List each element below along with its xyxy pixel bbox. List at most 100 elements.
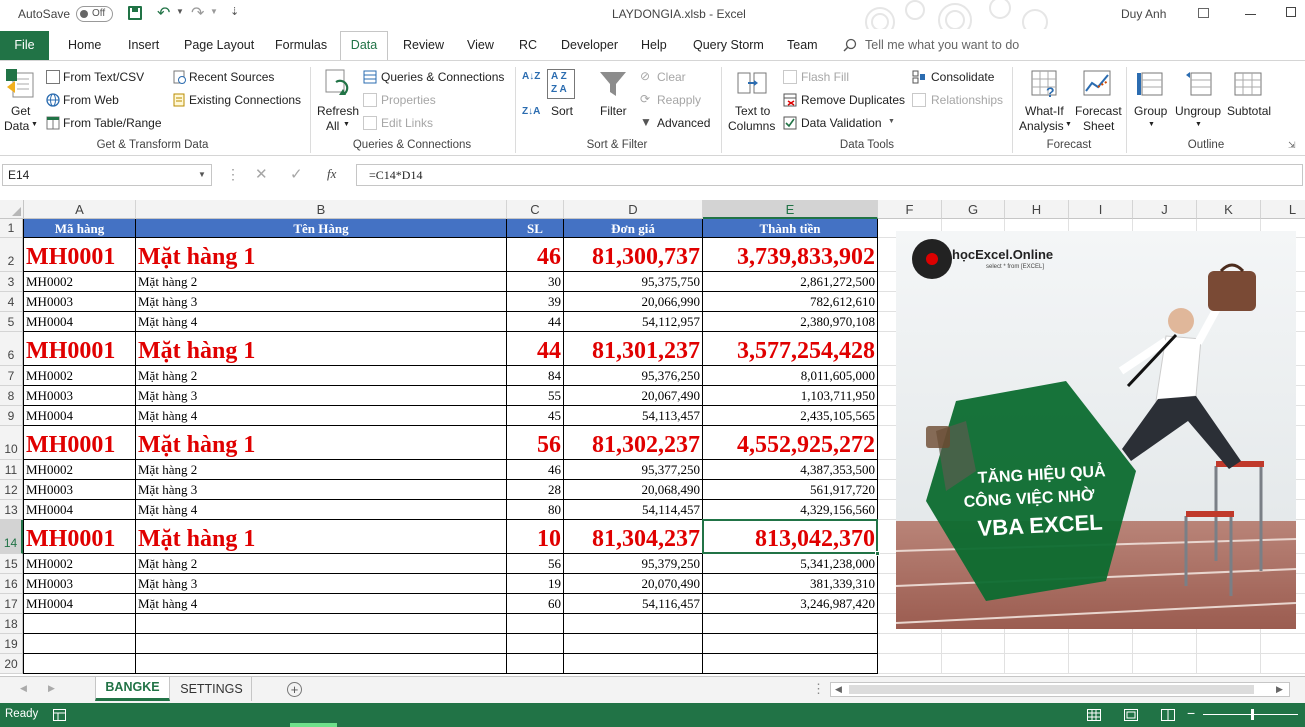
what-if-dropdown-icon[interactable]: ▼ — [1065, 121, 1072, 128]
sort-az-icon[interactable]: A↓Z — [522, 71, 540, 82]
table-cell[interactable]: Mặt hàng 1 — [136, 520, 507, 554]
table-cell[interactable]: 10 — [507, 520, 564, 554]
table-cell[interactable]: 381,339,310 — [703, 574, 878, 594]
table-cell[interactable]: 561,917,720 — [703, 480, 878, 500]
table-cell[interactable]: 54,112,957 — [564, 312, 703, 332]
table-cell[interactable]: MH0003 — [24, 480, 136, 500]
row-header-2[interactable]: 2 — [0, 238, 23, 272]
table-cell[interactable]: 56 — [507, 554, 564, 574]
row-header-17[interactable]: 17 — [0, 594, 23, 614]
restore-icon[interactable] — [1286, 7, 1296, 17]
row-header-1[interactable]: 1 — [0, 219, 23, 238]
row-header-14[interactable]: 14 — [0, 520, 23, 554]
row-header-12[interactable]: 12 — [0, 480, 23, 500]
table-cell[interactable]: 3,246,987,420 — [703, 594, 878, 614]
redo-dropdown-icon[interactable]: ▼ — [210, 7, 218, 16]
column-header-i[interactable]: I — [1069, 200, 1133, 219]
sort-za-icon[interactable]: Z↓A — [522, 106, 540, 117]
remove-duplicates-button[interactable]: Remove Duplicates — [801, 93, 905, 107]
refresh-all-icon[interactable] — [322, 68, 352, 100]
edit-links-button[interactable]: Edit Links — [381, 116, 433, 130]
table-cell[interactable]: 4,329,156,560 — [703, 500, 878, 520]
table-cell[interactable]: MH0003 — [24, 574, 136, 594]
column-header-g[interactable]: G — [942, 200, 1005, 219]
empty-cell[interactable] — [703, 634, 878, 654]
table-cell[interactable]: 80 — [507, 500, 564, 520]
tab-query-storm[interactable]: Query Storm — [693, 38, 764, 52]
tab-insert[interactable]: Insert — [128, 38, 159, 52]
from-table-range-button[interactable]: From Table/Range — [63, 116, 162, 130]
empty-cell[interactable] — [507, 654, 564, 674]
macro-recording-icon[interactable] — [53, 709, 66, 721]
table-cell[interactable]: 8,011,605,000 — [703, 366, 878, 386]
insert-function-icon[interactable]: fx — [327, 166, 336, 182]
table-cell[interactable]: MH0003 — [24, 386, 136, 406]
tab-data[interactable]: Data — [340, 31, 388, 60]
column-header-l[interactable]: L — [1261, 200, 1305, 219]
from-web-button[interactable]: From Web — [63, 93, 119, 107]
table-cell[interactable]: MH0004 — [24, 406, 136, 426]
empty-cell[interactable] — [136, 614, 507, 634]
table-cell[interactable]: 4,387,353,500 — [703, 460, 878, 480]
formula-bar-splitter-icon[interactable]: ⋮ — [226, 166, 240, 183]
flash-fill-button[interactable]: Flash Fill — [801, 70, 849, 84]
header-cell[interactable]: Mã hàng — [24, 219, 136, 238]
table-cell[interactable]: Mặt hàng 1 — [136, 332, 507, 366]
table-cell[interactable]: 20,068,490 — [564, 480, 703, 500]
zoom-out-icon[interactable]: − — [1187, 705, 1195, 721]
get-data-label-1[interactable]: Get — [11, 104, 30, 118]
ribbon-display-options-icon[interactable] — [1198, 8, 1209, 18]
horizontal-scrollbar[interactable]: ◀ ▶ — [830, 682, 1290, 697]
save-icon[interactable] — [128, 6, 142, 20]
row-header-8[interactable]: 8 — [0, 386, 23, 406]
table-cell[interactable]: Mặt hàng 4 — [136, 594, 507, 614]
filter-funnel-icon[interactable] — [598, 68, 628, 100]
table-cell[interactable]: 55 — [507, 386, 564, 406]
header-cell[interactable]: Tên Hàng — [136, 219, 507, 238]
normal-view-icon[interactable] — [1087, 709, 1101, 721]
text-to-columns-label-1[interactable]: Text to — [735, 104, 770, 118]
scroll-sheets-left-icon[interactable]: ◀ — [20, 683, 27, 694]
table-cell[interactable]: Mặt hàng 2 — [136, 272, 507, 292]
table-cell[interactable]: 3,739,833,902 — [703, 238, 878, 272]
table-cell[interactable]: MH0004 — [24, 500, 136, 520]
name-box[interactable]: E14 — [2, 164, 212, 186]
row-header-5[interactable]: 5 — [0, 312, 23, 332]
table-cell[interactable]: 46 — [507, 238, 564, 272]
customize-qat-icon[interactable]: ⇣ — [230, 5, 239, 18]
table-cell[interactable]: MH0002 — [24, 460, 136, 480]
empty-cell[interactable] — [507, 614, 564, 634]
refresh-label-2[interactable]: All — [326, 119, 339, 133]
what-if-label-1[interactable]: What-If — [1025, 104, 1064, 118]
zoom-slider-thumb[interactable] — [1251, 709, 1254, 720]
get-data-label-2[interactable]: Data — [4, 119, 29, 133]
table-cell[interactable]: 56 — [507, 426, 564, 460]
tab-developer[interactable]: Developer — [561, 38, 618, 52]
from-text-csv-button[interactable]: From Text/CSV — [63, 70, 144, 84]
empty-cell[interactable] — [703, 614, 878, 634]
consolidate-button[interactable]: Consolidate — [931, 70, 994, 84]
table-cell[interactable]: 782,612,610 — [703, 292, 878, 312]
row-header-7[interactable]: 7 — [0, 366, 23, 386]
empty-cell[interactable] — [24, 634, 136, 654]
ungroup-icon[interactable] — [1185, 69, 1215, 99]
table-cell[interactable]: 54,114,457 — [564, 500, 703, 520]
what-if-label-2[interactable]: Analysis — [1019, 119, 1064, 133]
header-cell[interactable]: SL — [507, 219, 564, 238]
table-cell[interactable]: 95,379,250 — [564, 554, 703, 574]
table-cell[interactable]: MH0001 — [24, 332, 136, 366]
table-cell[interactable]: MH0002 — [24, 366, 136, 386]
subtotal-icon[interactable] — [1233, 69, 1263, 99]
forecast-sheet-label-1[interactable]: Forecast — [1075, 104, 1122, 118]
table-cell[interactable]: 81,302,237 — [564, 426, 703, 460]
tab-splitter-icon[interactable]: ⋮ — [812, 681, 825, 697]
column-header-j[interactable]: J — [1133, 200, 1197, 219]
redo-icon[interactable]: ↷ — [191, 3, 204, 23]
sort-button[interactable]: Sort — [551, 104, 573, 118]
scroll-right-icon[interactable]: ▶ — [1276, 684, 1283, 695]
table-cell[interactable]: Mặt hàng 2 — [136, 366, 507, 386]
row-header-10[interactable]: 10 — [0, 426, 23, 460]
formula-input[interactable]: =C14*D14 — [356, 164, 1303, 186]
table-cell[interactable]: 95,376,250 — [564, 366, 703, 386]
sheet-tab-bangke[interactable]: BANGKE — [95, 677, 170, 701]
